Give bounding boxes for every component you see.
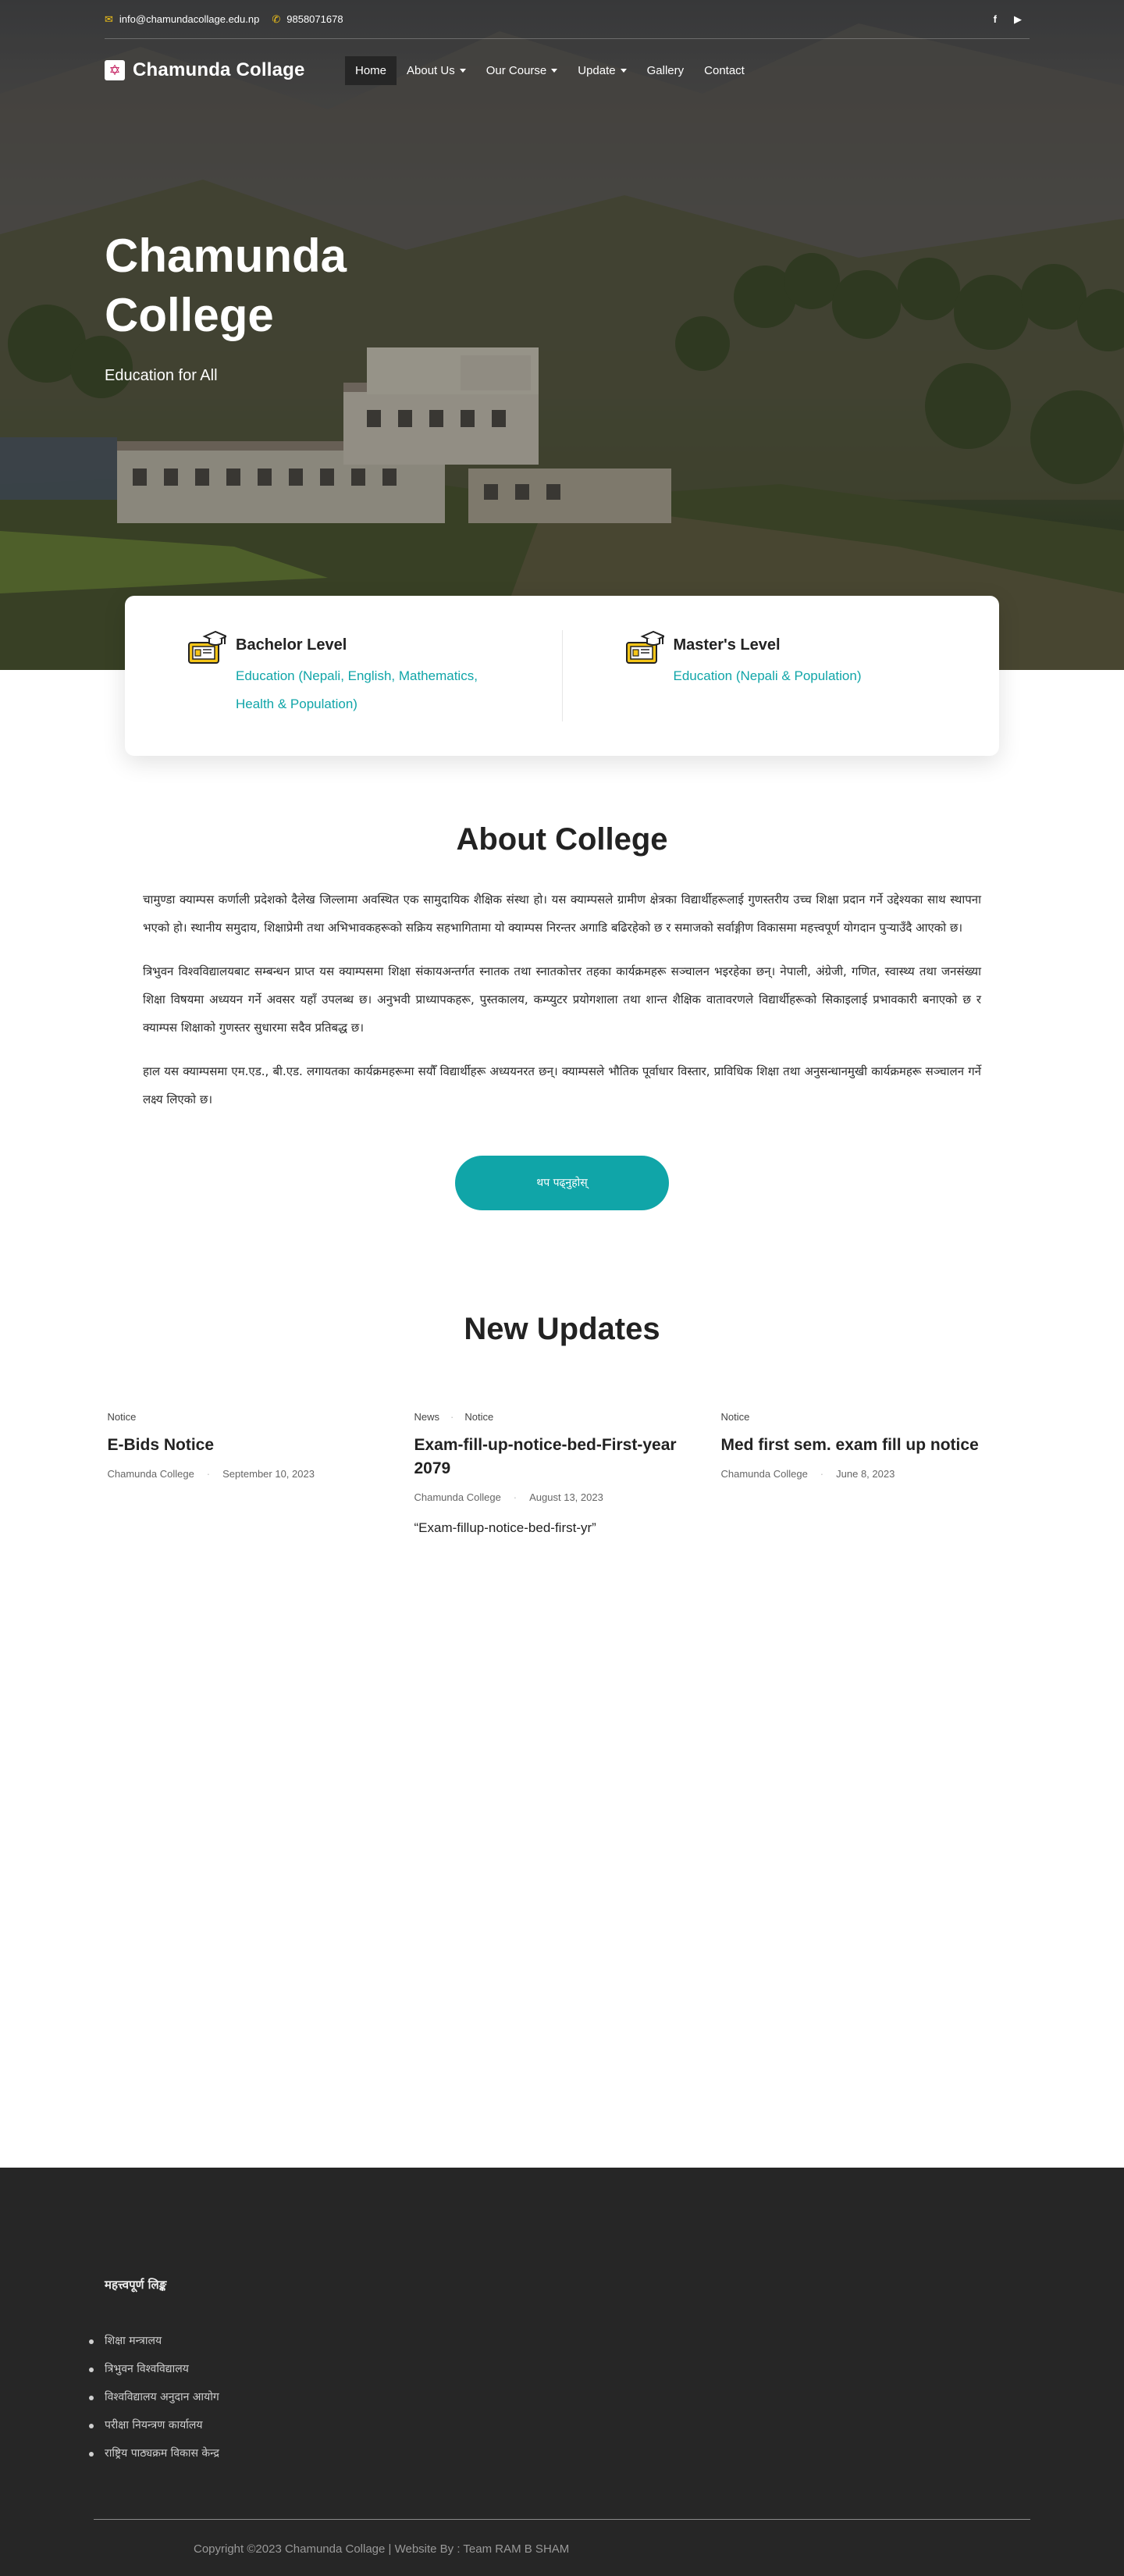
- brand-logo[interactable]: ✡ Chamunda Collage: [105, 59, 345, 81]
- phone-icon: ✆: [272, 12, 281, 25]
- updates-title: New Updates: [464, 1312, 660, 1346]
- meta-separator: ·: [513, 1491, 518, 1503]
- post-tags: Notice: [108, 1411, 399, 1423]
- main-navbar: ✡ Chamunda Collage Home About Us Our Cou…: [105, 53, 1030, 87]
- footer-link[interactable]: परीक्षा नियन्त्रण कार्यालय: [89, 2411, 219, 2439]
- nav-label: Contact: [704, 63, 745, 77]
- top-contact-bar: ✉ info@chamundacollage.edu.np ✆ 98580716…: [105, 0, 1030, 39]
- chevron-down-icon: [459, 68, 466, 73]
- post-date[interactable]: June 8, 2023: [836, 1468, 895, 1480]
- nav-item-about-us[interactable]: About Us: [397, 56, 476, 85]
- post-author[interactable]: Chamunda College: [721, 1468, 808, 1480]
- graduation-laptop-icon: [625, 630, 664, 664]
- updates-list: Notice E-Bids Notice Chamunda College · …: [100, 1411, 1025, 1536]
- footer-heading: महत्त्वपूर्ण लिङ्क: [105, 2278, 167, 2292]
- tag-link[interactable]: News: [414, 1411, 440, 1423]
- post-title[interactable]: Med first sem. exam fill up notice: [721, 1434, 1012, 1457]
- meta-separator: ·: [206, 1468, 211, 1480]
- footer-link[interactable]: शिक्षा मन्त्रालय: [89, 2327, 219, 2355]
- post-excerpt: “Exam-fillup-notice-bed-first-yr”: [414, 1520, 596, 1535]
- site-footer: महत्त्वपूर्ण लिङ्क शिक्षा मन्त्रालय त्रि…: [0, 2168, 1124, 2576]
- post-date[interactable]: September 10, 2023: [222, 1468, 315, 1480]
- college-emblem-icon: ✡: [105, 60, 125, 80]
- level-masters[interactable]: Master's Level Education (Nepali & Popul…: [561, 630, 1000, 721]
- post-author[interactable]: Chamunda College: [414, 1491, 501, 1503]
- nav-item-home[interactable]: Home: [345, 55, 397, 85]
- post-tags: News · Notice: [414, 1411, 706, 1423]
- hero-text: Chamunda College Education for All: [105, 226, 401, 385]
- hero-subtitle: Education for All: [105, 367, 218, 384]
- graduation-laptop-icon: [188, 630, 226, 664]
- nav-item-our-course[interactable]: Our Course: [476, 56, 568, 85]
- about-paragraph: हाल यस क्याम्पसमा एम.एड., बी.एड. लगायतका…: [143, 1064, 981, 1106]
- youtube-icon[interactable]: ▶: [1014, 13, 1022, 26]
- about-paragraph: चामुण्डा क्याम्पस कर्णाली प्रदेशको दैलेख…: [143, 893, 981, 935]
- about-text: चामुण्डा क्याम्पस कर्णाली प्रदेशको दैलेख…: [143, 885, 981, 1113]
- footer-links: शिक्षा मन्त्रालय त्रिभुवन विश्वविद्यालय …: [89, 2327, 219, 2467]
- phone-text: 9858071678: [286, 13, 343, 25]
- nav-item-contact[interactable]: Contact: [694, 56, 755, 85]
- post-title[interactable]: Exam-fill-up-notice-bed-First-year 2079: [414, 1434, 706, 1480]
- nav-label: Gallery: [646, 63, 685, 77]
- post-meta: Chamunda College · August 13, 2023: [414, 1491, 706, 1503]
- level-description: Education (Nepali & Population): [673, 668, 862, 683]
- nav-label: Home: [355, 63, 387, 77]
- copyright-text: Copyright ©2023 Chamunda Collage | Websi…: [194, 2542, 570, 2556]
- about-title: About College: [456, 822, 668, 857]
- tag-link[interactable]: Notice: [721, 1411, 750, 1423]
- email-contact[interactable]: ✉ info@chamundacollage.edu.np: [105, 13, 259, 26]
- nav-label: About Us: [407, 63, 455, 77]
- chevron-down-icon: [620, 68, 627, 73]
- brand-name: Chamunda Collage: [133, 59, 305, 80]
- chevron-down-icon: [551, 68, 558, 73]
- footer-link[interactable]: राष्ट्रिय पाठ्यक्रम विकास केन्द्र: [89, 2439, 219, 2467]
- level-title: Bachelor Level: [236, 636, 347, 654]
- update-card: News · Notice Exam-fill-up-notice-bed-Fi…: [407, 1411, 713, 1536]
- post-meta: Chamunda College · September 10, 2023: [108, 1468, 399, 1480]
- meta-separator: ·: [820, 1468, 824, 1480]
- hero-title: Chamunda College: [105, 230, 347, 341]
- post-tags: Notice: [721, 1411, 1012, 1423]
- post-title[interactable]: E-Bids Notice: [108, 1434, 399, 1457]
- program-levels-card: Bachelor Level Education (Nepali, Englis…: [125, 596, 999, 756]
- level-title: Master's Level: [673, 636, 781, 654]
- email-text: info@chamundacollage.edu.np: [119, 13, 260, 25]
- tag-link[interactable]: Notice: [464, 1411, 493, 1423]
- level-bachelor[interactable]: Bachelor Level Education (Nepali, Englis…: [125, 596, 562, 756]
- hero-section: ✉ info@chamundacollage.edu.np ✆ 98580716…: [0, 0, 1124, 670]
- update-card: Notice E-Bids Notice Chamunda College · …: [100, 1411, 407, 1536]
- nav-menu: Home About Us Our Course Update Gallery …: [345, 55, 755, 85]
- nav-item-gallery[interactable]: Gallery: [637, 56, 695, 85]
- post-meta: Chamunda College · June 8, 2023: [721, 1468, 1012, 1480]
- footer-link[interactable]: त्रिभुवन विश्वविद्यालय: [89, 2355, 219, 2383]
- facebook-icon[interactable]: f: [994, 13, 997, 26]
- footer-divider: [94, 2519, 1030, 2520]
- about-paragraph: त्रिभुवन विश्वविद्यालयबाट सम्बन्धन प्राप…: [143, 964, 981, 1035]
- nav-item-update[interactable]: Update: [567, 56, 636, 85]
- nav-label: Update: [578, 63, 616, 77]
- post-author[interactable]: Chamunda College: [108, 1468, 194, 1480]
- read-more-button[interactable]: थप पढ्नुहोस्: [455, 1156, 669, 1210]
- nav-label: Our Course: [486, 63, 547, 77]
- envelope-icon: ✉: [105, 12, 113, 25]
- tag-link[interactable]: Notice: [108, 1411, 137, 1423]
- footer-link[interactable]: विश्वविद्यालय अनुदान आयोग: [89, 2383, 219, 2411]
- tag-separator: ·: [450, 1411, 454, 1423]
- phone-contact[interactable]: ✆ 9858071678: [272, 13, 343, 26]
- post-date[interactable]: August 13, 2023: [529, 1491, 603, 1503]
- updates-section: New Updates Notice E-Bids Notice Chamund…: [0, 1210, 1124, 2168]
- update-card: Notice Med first sem. exam fill up notic…: [713, 1411, 1020, 1536]
- level-description: Education (Nepali, English, Mathematics,…: [236, 668, 478, 711]
